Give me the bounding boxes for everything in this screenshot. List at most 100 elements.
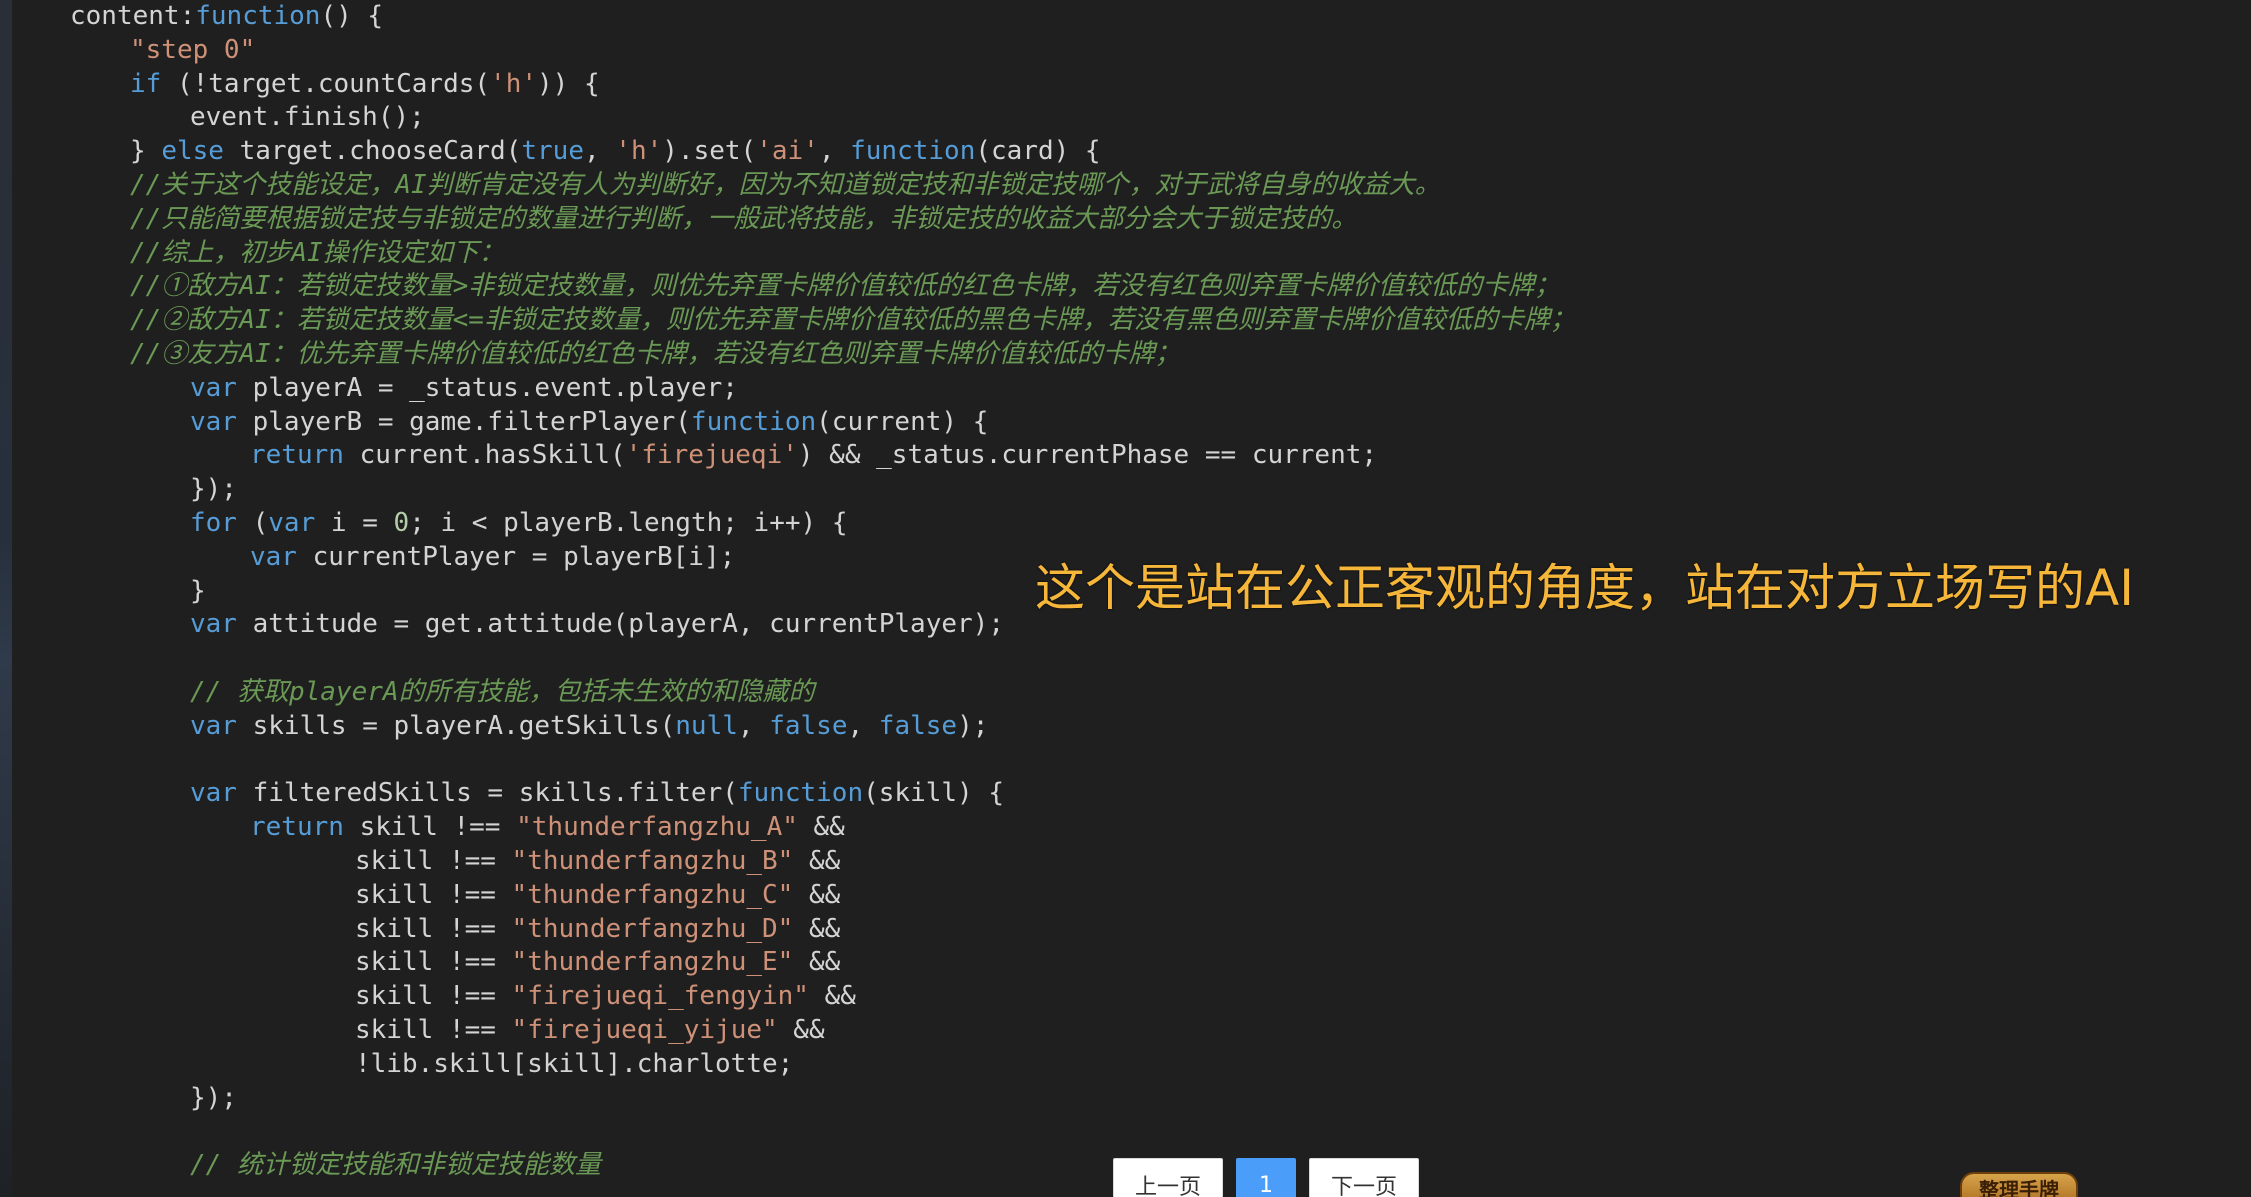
code-token: "thunderfangzhu_C" xyxy=(511,879,794,910)
code-token: //只能简要根据锁定技与非锁定的数量进行判断，一般武将技能，非锁定技的收益大部分… xyxy=(130,203,1358,234)
organize-hand-button[interactable]: 整理手牌 xyxy=(1960,1172,2078,1197)
code-token: var xyxy=(190,406,237,437)
code-line: skill !== "firejueqi_fengyin" && xyxy=(70,980,1576,1014)
code-token: (skill) { xyxy=(863,778,1004,809)
code-line: event.finish(); xyxy=(70,101,1576,135)
code-token: target.chooseCard( xyxy=(223,136,522,167)
code-token: "thunderfangzhu_E" xyxy=(511,947,794,978)
code-token: //①敌方AI：若锁定技数量>非锁定技数量，则优先弃置卡牌价值较低的红色卡牌，若… xyxy=(130,271,1561,302)
code-token: playerB = game.filterPlayer( xyxy=(236,406,691,437)
code-token: current.hasSkill( xyxy=(343,440,626,471)
code-token: (card) { xyxy=(975,136,1101,167)
code-line: var playerA = _status.event.player; xyxy=(70,372,1576,406)
code-line: skill !== "thunderfangzhu_C" && xyxy=(70,879,1576,913)
code-token: false xyxy=(878,710,958,741)
code-line: //综上，初步AI操作设定如下： xyxy=(70,237,1576,271)
code-token: var xyxy=(190,372,237,403)
code-token: && xyxy=(793,845,841,876)
code-line: //③友方AI：优先弃置卡牌价值较低的红色卡牌，若没有红色则弃置卡牌价值较低的卡… xyxy=(70,338,1576,372)
code-token: && xyxy=(793,913,841,944)
code-line: var skills = playerA.getSkills(null, fal… xyxy=(70,710,1576,744)
code-token: )) { xyxy=(537,68,600,99)
code-token: && xyxy=(793,879,841,910)
code-token: event.finish(); xyxy=(190,102,425,133)
code-token: , xyxy=(818,136,851,167)
code-token: } xyxy=(130,136,162,167)
code-token: if xyxy=(130,68,162,99)
code-line: }); xyxy=(70,1082,1576,1116)
code-token: && xyxy=(808,981,856,1012)
code-token: ).set( xyxy=(662,136,757,167)
code-line: "step 0" xyxy=(70,34,1576,68)
code-token: for xyxy=(190,507,237,538)
code-token: skill !== xyxy=(355,845,512,876)
code-token: true xyxy=(521,136,584,167)
code-token: false xyxy=(769,710,848,741)
code-line: skill !== "firejueqi_yijue" && xyxy=(70,1014,1576,1048)
code-token: null xyxy=(675,710,738,741)
code-token: var xyxy=(268,507,316,538)
code-token: }); xyxy=(190,1082,237,1113)
code-token: // 获取playerA的所有技能，包括未生效的和隐藏的 xyxy=(190,676,815,707)
code-token: "thunderfangzhu_A" xyxy=(516,812,798,843)
code-line: //①敌方AI：若锁定技数量>非锁定技数量，则优先弃置卡牌价值较低的红色卡牌，若… xyxy=(70,270,1576,304)
code-line: for (var i = 0; i < playerB.length; i++)… xyxy=(70,507,1576,541)
code-token: && xyxy=(797,812,845,843)
code-token: "firejueqi_fengyin" xyxy=(511,981,809,1012)
pagination: 上一页 1 下一页 xyxy=(1113,1158,1419,1197)
code-token: "thunderfangzhu_D" xyxy=(511,913,794,944)
code-token: , xyxy=(583,136,616,167)
code-token: !lib.skill[skill].charlotte; xyxy=(355,1048,794,1079)
code-line: return skill !== "thunderfangzhu_A" && xyxy=(70,811,1576,845)
code-token: (!target.countCards( xyxy=(161,68,491,99)
code-token: var xyxy=(250,541,297,572)
left-border-strip xyxy=(0,0,12,1197)
code-token: //关于这个技能设定，AI判断肯定没有人为判断好，因为不知道锁定技和非锁定技哪个… xyxy=(130,169,1441,200)
code-token: (current) { xyxy=(816,406,989,437)
code-token: "firejueqi_yijue" xyxy=(511,1014,778,1045)
code-line: if (!target.countCards('h')) { xyxy=(70,68,1576,102)
code-line: // 获取playerA的所有技能，包括未生效的和隐藏的 xyxy=(70,676,1576,710)
code-token: filteredSkills = skills.filter( xyxy=(236,778,738,809)
code-token: //③友方AI：优先弃置卡牌价值较低的红色卡牌，若没有红色则弃置卡牌价值较低的卡… xyxy=(130,338,1181,369)
code-token: skill !== xyxy=(355,981,512,1012)
prev-page-button[interactable]: 上一页 xyxy=(1113,1158,1223,1197)
code-token: function xyxy=(195,1,321,31)
code-line: return current.hasSkill('firejueqi') && … xyxy=(70,439,1576,473)
code-token: , xyxy=(847,710,879,741)
overlay-note: 这个是站在公正客观的角度，站在对方立场写的AI xyxy=(1035,559,2134,617)
code-token: 'firejueqi' xyxy=(625,440,798,471)
code-token: return xyxy=(250,812,344,843)
code-line: //关于这个技能设定，AI判断肯定没有人为判断好，因为不知道锁定技和非锁定技哪个… xyxy=(70,169,1576,203)
code-token: //②敌方AI：若锁定技数量<=非锁定技数量，则优先弃置卡牌价值较低的黑色卡牌，… xyxy=(130,305,1576,336)
code-token: skill !== xyxy=(355,1014,512,1045)
code-token: i = xyxy=(315,507,394,538)
code-token: } xyxy=(190,575,206,606)
code-line: }); xyxy=(70,473,1576,507)
code-token: , xyxy=(737,710,770,741)
code-token: skill !== xyxy=(355,947,512,978)
code-token: var xyxy=(190,609,237,640)
code-line: skill !== "thunderfangzhu_E" && xyxy=(70,946,1576,980)
code-token: 'h' xyxy=(615,136,663,167)
code-token: "step 0" xyxy=(130,34,256,65)
code-token: "thunderfangzhu_B" xyxy=(511,845,794,876)
code-line: content:function() { xyxy=(70,0,1576,34)
current-page-button[interactable]: 1 xyxy=(1236,1158,1296,1197)
code-token: //综上，初步AI操作设定如下： xyxy=(130,237,505,268)
code-token: skill !== xyxy=(343,812,517,843)
code-token: // 统计锁定技能和非锁定技能数量 xyxy=(190,1150,601,1181)
code-token: skill !== xyxy=(355,913,512,944)
code-line: var filteredSkills = skills.filter(funct… xyxy=(70,777,1576,811)
code-token: ( xyxy=(236,507,269,538)
code-token: ); xyxy=(957,710,989,741)
code-token: playerA = _status.event.player; xyxy=(236,372,738,403)
code-token: ) && _status.currentPhase == current; xyxy=(797,440,1378,471)
next-page-button[interactable]: 下一页 xyxy=(1309,1158,1419,1197)
code-token: 0 xyxy=(393,507,410,538)
code-token: var xyxy=(190,710,237,741)
page: content:function() {"step 0" if (!target.… xyxy=(0,0,2251,1197)
